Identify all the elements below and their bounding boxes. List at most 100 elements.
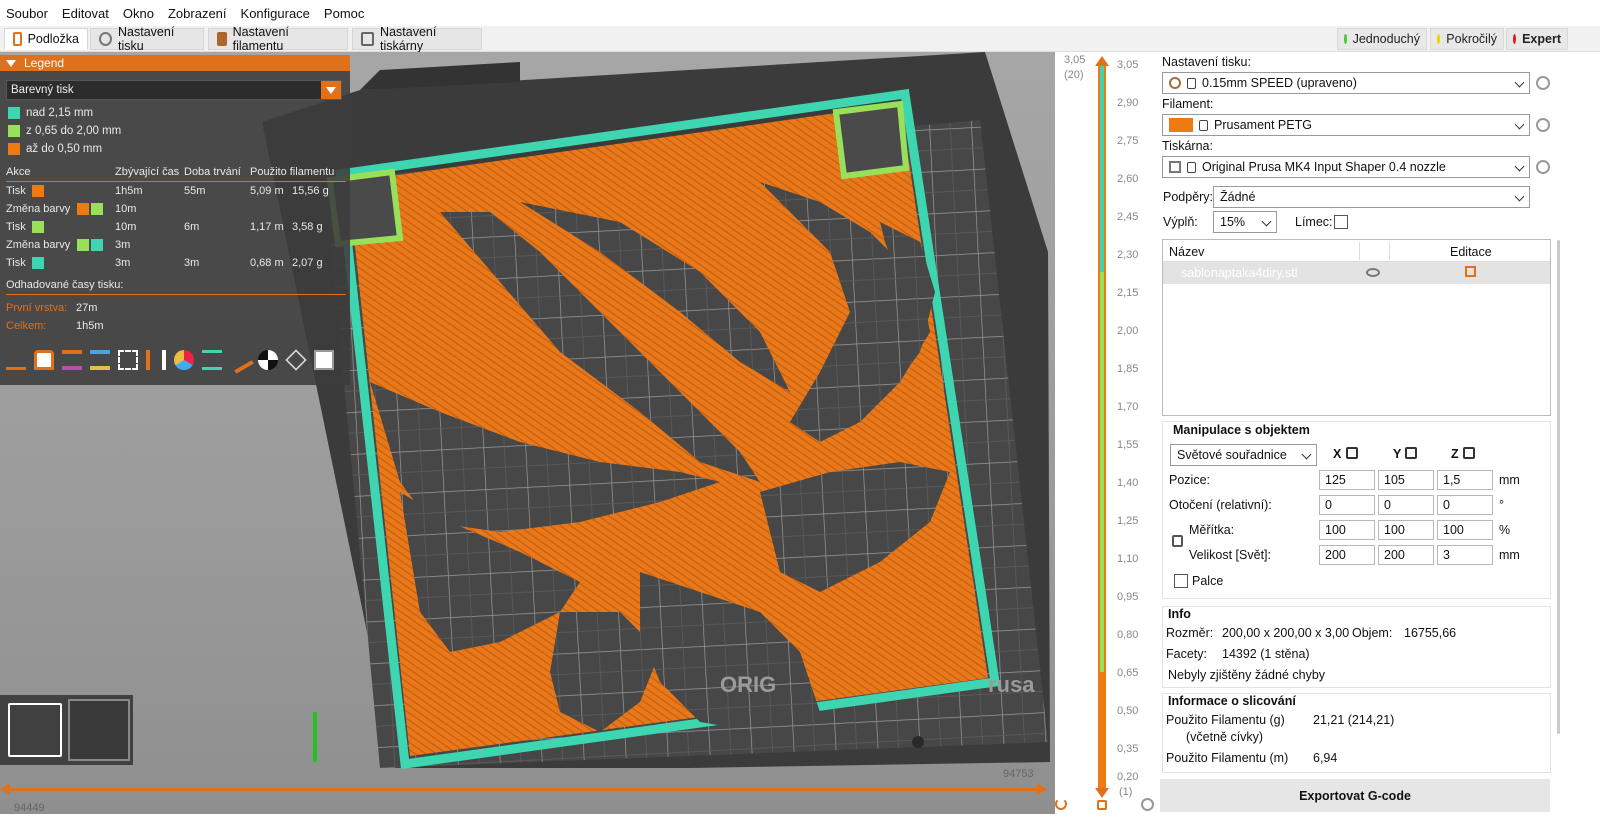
position-z-input[interactable]: 1,5 (1437, 470, 1493, 490)
legend-swatch (8, 107, 20, 119)
menu-help[interactable]: Pomoc (324, 6, 364, 21)
horizontal-slider[interactable] (6, 788, 1046, 791)
rotation-y-input[interactable]: 0 (1378, 495, 1434, 515)
facets-value: 14392 (1 stěna) (1222, 647, 1310, 661)
pause-prints-icon[interactable] (202, 350, 222, 370)
coordinate-system-value: Světové souřadnice (1177, 448, 1287, 462)
slider-settings-gear-icon[interactable] (1141, 798, 1154, 811)
axis-x-label: X (1333, 447, 1342, 461)
rotation-z-input[interactable]: 0 (1437, 495, 1493, 515)
infill-combo[interactable]: 15% (1213, 211, 1277, 233)
view-buttons (0, 695, 133, 765)
layer-tick-label: 2,60 (1117, 173, 1139, 185)
color-changes-icon[interactable] (174, 350, 194, 370)
travel-icon[interactable] (6, 350, 26, 370)
retractions-icon[interactable] (62, 350, 82, 370)
position-x-input[interactable]: 125 (1319, 470, 1375, 490)
filament-edit-gear-icon[interactable] (1536, 118, 1550, 132)
horizontal-slider-left-thumb[interactable] (0, 783, 10, 795)
legend-header[interactable]: Legend (0, 55, 350, 71)
lock-icon[interactable] (1097, 800, 1107, 810)
row-duration: 6m (184, 221, 200, 233)
tab-filament-settings[interactable]: Nastavení filamentu (208, 25, 348, 53)
menu-window[interactable]: Okno (123, 6, 154, 21)
volume-value: 16755,66 (1404, 626, 1457, 640)
seams-icon[interactable] (118, 350, 138, 370)
printer-combo[interactable]: Original Prusa MK4 Input Shaper 0.4 nozz… (1162, 156, 1530, 178)
row-swatch (77, 239, 89, 251)
tab-print-settings[interactable]: Nastavení tisku (90, 25, 204, 53)
position-y-input[interactable]: 105 (1378, 470, 1434, 490)
layer-tick-label: 1,10 (1117, 553, 1139, 565)
hslider-left-value: 94449 (14, 802, 45, 814)
row-remaining: 1h5m (115, 185, 143, 197)
export-gcode-button[interactable]: Exportovat G-code (1160, 779, 1550, 812)
mode-expert-button[interactable]: Expert (1506, 28, 1568, 50)
size-z-input[interactable]: 3 (1437, 545, 1493, 565)
scale-x-input[interactable]: 100 (1319, 520, 1375, 540)
y-axis-indicator (313, 712, 317, 762)
layer-tick-label: 1,70 (1117, 401, 1139, 413)
layer-tick-label: 3,05 (1117, 59, 1139, 71)
size-x-input[interactable]: 200 (1319, 545, 1375, 565)
size-y-input[interactable]: 200 (1378, 545, 1434, 565)
view-type-select[interactable]: Barevný tisk (6, 80, 342, 100)
printer-icon (361, 32, 375, 46)
layer-slider-bottom-thumb[interactable] (1095, 788, 1109, 798)
axis-x-drop-icon[interactable] (1346, 447, 1358, 459)
mode-simple-button[interactable]: Jednoduchý (1337, 28, 1427, 50)
eye-icon[interactable] (1366, 268, 1380, 277)
chevron-down-icon (1261, 216, 1272, 227)
scale-y-input[interactable]: 100 (1378, 520, 1434, 540)
list-item[interactable]: sablonaptaka4diry.stl (1163, 262, 1550, 284)
shells-icon[interactable] (285, 349, 307, 371)
menu-view[interactable]: Zobrazení (168, 6, 227, 21)
inches-checkbox[interactable] (1174, 574, 1188, 588)
menu-file[interactable]: Soubor (6, 6, 48, 21)
bed-brand-text-left: ORIG (720, 672, 776, 697)
filament-combo[interactable]: Prusament PETG (1162, 114, 1530, 136)
layer-slider[interactable]: 3,05 (20) (1) 3,05 2,90 2,75 2,60 2,45 2… (1055, 52, 1160, 834)
header-name: Název (1169, 245, 1205, 259)
object-list: Název Editace sablonaptaka4diry.stl (1162, 239, 1551, 416)
custom-gcode-icon[interactable] (226, 346, 254, 374)
tab-plater[interactable]: Podložka (4, 28, 88, 50)
header-edit: Editace (1450, 245, 1492, 259)
layer-tick-label: 2,45 (1117, 211, 1139, 223)
mode-advanced-button[interactable]: Pokročilý (1430, 28, 1504, 50)
menu-edit[interactable]: Editovat (62, 6, 109, 21)
menu-configuration[interactable]: Konfigurace (241, 6, 310, 21)
layers-view-icon[interactable] (68, 699, 130, 761)
3d-view-cube-icon[interactable] (8, 703, 62, 757)
sidebar-scrollbar[interactable] (1557, 240, 1560, 734)
mode-advanced-dot-icon (1437, 34, 1441, 44)
scale-z-input[interactable]: 100 (1437, 520, 1493, 540)
undo-arrow-icon[interactable] (1055, 798, 1067, 810)
edit-icon[interactable] (1465, 266, 1476, 277)
layer-tick-label: 0,65 (1117, 667, 1139, 679)
deretractions-icon[interactable] (90, 350, 110, 370)
tool-marker-icon[interactable] (314, 350, 334, 370)
printer-value: Original Prusa MK4 Input Shaper 0.4 nozz… (1202, 160, 1446, 174)
tab-bar: Podložka Nastavení tisku Nastavení filam… (0, 25, 1600, 53)
print-settings-combo[interactable]: 0.15mm SPEED (upraveno) (1162, 72, 1530, 94)
tool-changes-icon[interactable] (146, 350, 166, 370)
rotation-x-input[interactable]: 0 (1319, 495, 1375, 515)
brim-checkbox[interactable] (1334, 215, 1348, 229)
layer-tick-label: 2,15 (1117, 287, 1139, 299)
tab-printer-settings[interactable]: Nastavení tiskárny (352, 25, 482, 53)
supports-combo[interactable]: Žádné (1213, 186, 1530, 208)
axis-z-drop-icon[interactable] (1463, 447, 1475, 459)
row-swatch (32, 257, 44, 269)
coordinate-system-combo[interactable]: Světové souřadnice (1170, 444, 1317, 466)
scale-lock-icon[interactable] (1172, 535, 1183, 547)
object-list-header: Název Editace (1163, 240, 1550, 262)
wipe-icon[interactable] (34, 350, 54, 370)
center-of-gravity-icon[interactable] (258, 350, 278, 370)
horizontal-slider-right-thumb[interactable] (1037, 783, 1047, 795)
layer-slider-top-thumb[interactable] (1095, 56, 1109, 66)
axis-y-drop-icon[interactable] (1405, 447, 1417, 459)
print-settings-edit-gear-icon[interactable] (1536, 76, 1550, 90)
plater-icon (13, 32, 22, 46)
printer-edit-gear-icon[interactable] (1536, 160, 1550, 174)
